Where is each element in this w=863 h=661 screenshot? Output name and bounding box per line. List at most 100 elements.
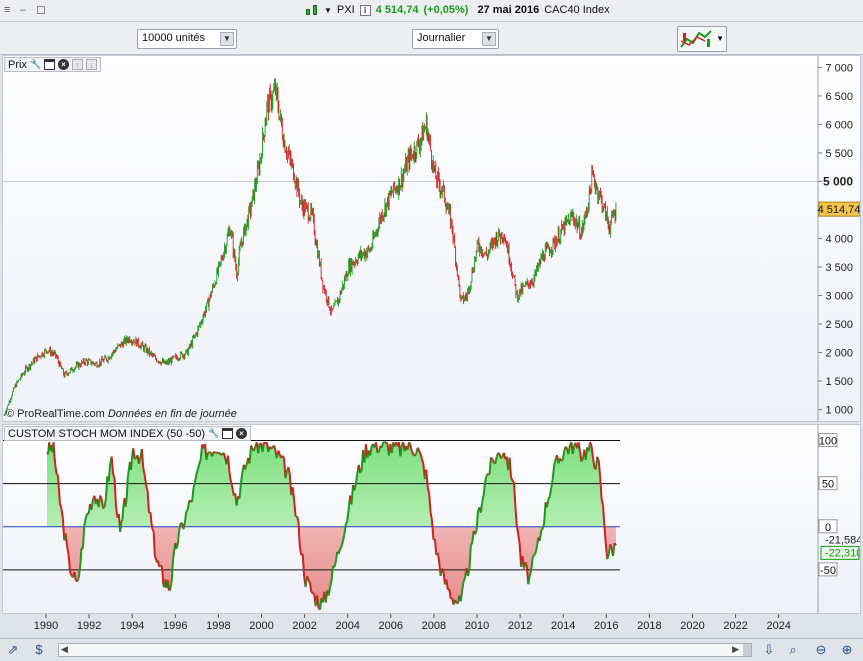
stoch-segment: [77, 567, 82, 579]
window-menu-icon[interactable]: ≡: [4, 4, 10, 16]
chevron-down-icon[interactable]: ▼: [482, 32, 496, 46]
stoch-segment: [334, 551, 339, 563]
stoch-segment: [120, 519, 124, 523]
chevron-down-icon[interactable]: ▼: [220, 32, 234, 46]
stoch-segment: [333, 561, 337, 568]
x-tick-label: 1996: [163, 620, 187, 632]
stoch-segment: [494, 456, 498, 465]
stoch-segment: [178, 522, 182, 531]
close-icon[interactable]: ×: [57, 59, 69, 70]
stoch-segment: [250, 445, 254, 450]
stoch-segment: [343, 524, 347, 535]
stoch-segment: [541, 523, 546, 530]
stoch-segment: [124, 497, 128, 507]
level-label: 100: [819, 436, 837, 448]
stoch-segment: [567, 444, 571, 455]
price-panel[interactable]: Prix 🔧 × ↑ ↓ 7 000 6 500 6 000 5 500 5 000 4 …: [2, 55, 861, 422]
y-tick-label: 7 000: [825, 62, 853, 74]
zoom-fit-icon[interactable]: ⌕: [784, 641, 802, 659]
stoch-segment: [121, 505, 125, 520]
scroll-thumb[interactable]: [743, 644, 751, 656]
period-select[interactable]: Journalier ▼: [412, 29, 499, 49]
stoch-segment: [287, 467, 291, 475]
close-icon[interactable]: ×: [236, 428, 248, 439]
zoom-out-icon[interactable]: ⊖: [812, 641, 830, 659]
stoch-segment: [344, 520, 349, 525]
copyright-note: Données en fin de journée: [107, 408, 237, 420]
stoch-segment: [152, 531, 156, 556]
chart-navigation-icon[interactable]: ⇗: [4, 641, 22, 659]
stoch-segment: [560, 459, 564, 462]
download-icon[interactable]: ⇩: [760, 641, 778, 659]
zoom-in-icon[interactable]: ⊕: [838, 641, 856, 659]
stoch-segment: [310, 591, 314, 595]
stoch-segment: [56, 474, 60, 488]
instrument-name: CAC40 Index: [544, 4, 610, 16]
y-tick-label: 3 500: [825, 262, 853, 274]
window-icon[interactable]: [222, 428, 234, 439]
stoch-segment: [218, 452, 222, 456]
stoch-segment: [143, 475, 148, 486]
quote-value: 4 514,74: [375, 4, 419, 16]
dropdown-arrow-icon[interactable]: ▼: [324, 6, 332, 15]
price-chart[interactable]: 7 000 6 500 6 000 5 500 5 000 4 000 3 500 3 000…: [3, 56, 860, 421]
chart-type-icon: [680, 30, 712, 48]
minimize-icon[interactable]: –: [20, 4, 26, 16]
stoch-segment: [609, 543, 613, 549]
stoch-segment: [150, 523, 154, 531]
stoch-segment: [193, 474, 198, 483]
candlestick-icon[interactable]: [305, 4, 319, 16]
stoch-segment: [409, 445, 413, 452]
indicator-panel[interactable]: CUSTOM STOCH MOM INDEX (50 -50) 🔧 × 100 5…: [2, 424, 861, 614]
info-icon[interactable]: i: [359, 4, 371, 16]
window-icon[interactable]: [43, 59, 55, 70]
indicator-chart[interactable]: 100 50 0 -50 -21,584-22,310: [3, 425, 860, 613]
scroll-right-icon[interactable]: ▶: [732, 644, 739, 655]
scroll-left-icon[interactable]: ◀: [61, 644, 68, 655]
y-tick-label: 1 000: [825, 405, 853, 417]
y-tick-label: 6 000: [825, 119, 853, 131]
chart-type-button[interactable]: ▼: [677, 26, 727, 52]
stoch-segment: [229, 481, 234, 488]
wrench-icon[interactable]: 🔧: [208, 428, 219, 439]
units-select[interactable]: 10000 unités ▼: [137, 29, 237, 49]
stoch-segment: [359, 469, 363, 474]
stoch-segment: [196, 463, 201, 470]
stoch-segment: [369, 445, 373, 456]
stoch-segment: [270, 446, 274, 450]
x-tick-label: 2000: [249, 620, 273, 632]
stoch-segment: [469, 542, 474, 546]
currency-icon[interactable]: $: [30, 641, 48, 659]
stoch-segment: [252, 446, 257, 452]
stoch-segment: [327, 587, 332, 596]
stoch-segment: [329, 580, 333, 588]
stoch-segment: [103, 498, 107, 508]
stoch-segment: [571, 444, 576, 455]
ticker[interactable]: PXI: [337, 4, 355, 16]
horizontal-scrollbar[interactable]: ◀ ▶: [58, 643, 752, 657]
stoch-segment: [553, 458, 557, 466]
stoch-segment: [461, 580, 465, 591]
stoch-segment: [353, 483, 357, 491]
stoch-segment: [186, 500, 191, 510]
x-tick-label: 2018: [637, 620, 661, 632]
wrench-icon[interactable]: 🔧: [30, 59, 41, 70]
stoch-segment: [589, 441, 593, 447]
move-up-icon[interactable]: ↑: [71, 59, 83, 70]
chevron-down-icon[interactable]: ▼: [716, 34, 724, 43]
x-tick-label: 2024: [766, 620, 790, 632]
stoch-segment: [66, 546, 70, 555]
stoch-segment: [125, 476, 129, 498]
level-label: 0: [825, 522, 831, 534]
quote-date: 27 mai 2016: [477, 4, 540, 16]
stoch-segment: [612, 542, 616, 557]
stoch-segment: [354, 473, 359, 484]
stoch-segment: [257, 443, 261, 454]
stoch-segment: [60, 508, 64, 518]
stoch-segment: [307, 579, 311, 584]
stoch-segment: [170, 558, 175, 578]
stoch-segment: [58, 503, 63, 509]
y-tick-label: 6 500: [825, 91, 853, 103]
move-down-icon[interactable]: ↓: [85, 59, 97, 70]
maximize-icon[interactable]: ☐: [36, 4, 46, 17]
